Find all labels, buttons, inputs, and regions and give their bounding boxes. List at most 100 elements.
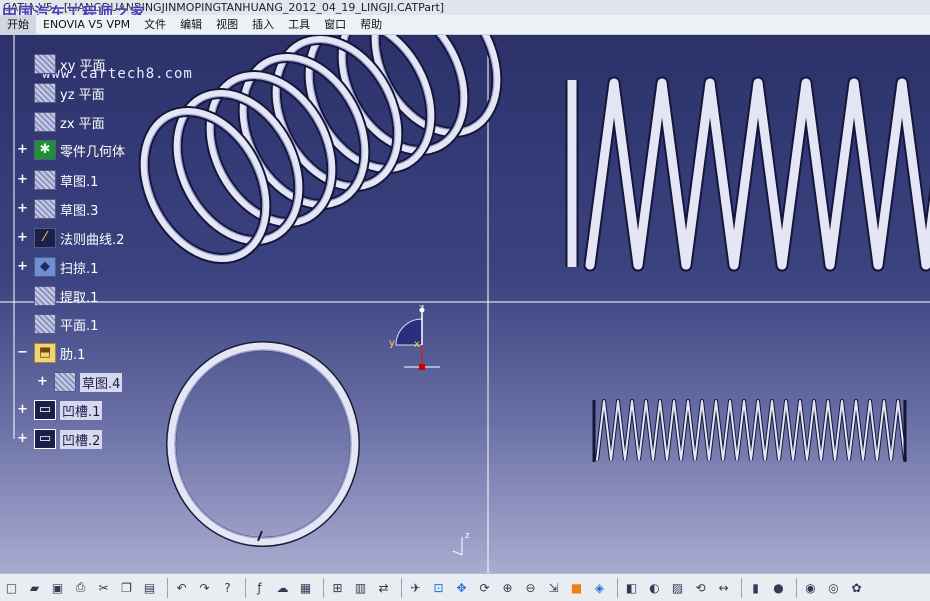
sweep-icon: ◆ <box>34 257 56 277</box>
tree-item[interactable]: 平面.1 <box>34 313 98 335</box>
toolbar-separator <box>796 577 797 598</box>
pan-icon[interactable]: ✥ <box>452 578 471 597</box>
law-curve-icon: ⁄ <box>34 228 56 248</box>
pocket-icon: ▭ <box>34 429 56 449</box>
catalog-icon[interactable]: ▥ <box>351 578 370 597</box>
compass-y-label: y <box>389 338 395 349</box>
undo-icon[interactable]: ↶ <box>172 578 191 597</box>
swap-space-icon[interactable]: ▨ <box>668 578 687 597</box>
copy-icon[interactable]: ❐ <box>117 578 136 597</box>
bottom-toolbar: □ ▰ ▣ ⎙ ✂ ❐ ▤ ↶ ↷? ƒ ☁ ▦ ⊞ ▥ ⇄ ✈ ⊡ ✥ ⟳ ⊕ ⊖ ⇲ ■ ◈ ◧ ◐ ▨ ⟲ ↔ ▮ ● ◉ ◎ ✿ <box>0 573 930 601</box>
tree-item[interactable]: + ▭ 凹槽.1 <box>17 399 103 421</box>
tree-expander-icon[interactable]: + <box>17 432 28 445</box>
tree-item[interactable]: − ⬒ 肋.1 <box>17 342 86 364</box>
tree-item-label: xy 平面 <box>60 58 106 74</box>
tree-expander-icon[interactable] <box>17 58 28 69</box>
toolbar-separator <box>167 577 168 598</box>
compass-widget[interactable]: z y x <box>389 303 440 370</box>
tree-item-label: 肋.1 <box>60 347 86 363</box>
measure-icon[interactable]: ↔ <box>714 578 733 597</box>
menu-tools[interactable]: 工具 <box>281 15 317 34</box>
save-icon[interactable]: ▣ <box>48 578 67 597</box>
tree-item-label: 扫掠.1 <box>60 261 99 277</box>
tree-icon[interactable]: ⊞ <box>328 578 347 597</box>
tree-item[interactable]: + 草图.1 <box>17 169 98 191</box>
tree-item[interactable]: + 草图.4 <box>37 371 123 393</box>
tree-expander-icon[interactable]: − <box>17 346 28 359</box>
menu-start[interactable]: 开始 <box>0 15 36 34</box>
spring-side-view[interactable] <box>565 76 930 272</box>
tree-expander-icon[interactable]: + <box>17 202 28 215</box>
plane-icon <box>34 54 56 74</box>
global-icon[interactable]: ◎ <box>824 578 843 597</box>
tree-expander-icon[interactable] <box>17 318 28 329</box>
capture-icon[interactable]: ◉ <box>801 578 820 597</box>
tree-expander-icon[interactable]: + <box>17 403 28 416</box>
open-icon[interactable]: ▰ <box>25 578 44 597</box>
analyze-icon[interactable]: ▮ <box>746 578 765 597</box>
tree-item[interactable]: + ▭ 凹槽.2 <box>17 428 103 450</box>
menu-view[interactable]: 视图 <box>209 15 245 34</box>
spring-top-view[interactable] <box>166 341 360 547</box>
tree-item[interactable]: zx 平面 <box>34 111 105 133</box>
menu-enovia[interactable]: ENOVIA V5 VPM <box>36 15 137 34</box>
new-icon[interactable]: □ <box>2 578 21 597</box>
menu-edit[interactable]: 编辑 <box>173 15 209 34</box>
tree-expander-icon[interactable] <box>17 116 28 127</box>
tree-item[interactable]: + ✱ 零件几何体 <box>17 139 125 161</box>
tree-expander-icon[interactable]: + <box>37 375 48 388</box>
tree-item-label: 平面.1 <box>60 318 99 334</box>
plane-align-icon[interactable]: ⇄ <box>374 578 393 597</box>
tree-expander-icon[interactable] <box>17 290 28 301</box>
menu-bar: 开始 ENOVIA V5 VPM 文件 编辑 视图 插入 工具 窗口 帮助 <box>0 15 930 35</box>
toolbar-separator <box>245 577 246 598</box>
tree-item[interactable]: + ⁄ 法则曲线.2 <box>17 227 125 249</box>
triad-z-label: z <box>465 531 470 541</box>
tree-item-label: 法则曲线.2 <box>60 232 125 248</box>
tree-expander-icon[interactable]: + <box>17 143 28 156</box>
menu-help[interactable]: 帮助 <box>353 15 389 34</box>
zoom-in-icon[interactable]: ⊕ <box>498 578 517 597</box>
geometry-viewport[interactable]: z y x z www.cartech8.com xy 平面 yz 平面 zx 平面… <box>0 35 930 573</box>
tree-expander-icon[interactable]: + <box>17 231 28 244</box>
tree-expander-icon[interactable] <box>17 87 28 98</box>
specification-tree: xy 平面 yz 平面 zx 平面 + ✱ 零件几何体 + 草图.1 + 草图.3 + ⁄ 法则曲线.2… <box>0 35 190 455</box>
help-icon[interactable]: ✿ <box>847 578 866 597</box>
table-icon[interactable]: ▦ <box>296 578 315 597</box>
menu-file[interactable]: 文件 <box>137 15 173 34</box>
knowledge-icon[interactable]: ☁ <box>273 578 292 597</box>
sketch-icon <box>34 170 56 190</box>
isometric-icon[interactable]: ◈ <box>590 578 609 597</box>
tree-item-label: 提取.1 <box>60 290 99 306</box>
zoom-out-icon[interactable]: ⊖ <box>521 578 540 597</box>
menu-window[interactable]: 窗口 <box>317 15 353 34</box>
tree-item[interactable]: + ◆ 扫掠.1 <box>17 256 99 278</box>
toolbar-separator <box>401 577 402 598</box>
redo-icon[interactable]: ↷ <box>195 578 214 597</box>
tree-item[interactable]: + 草图.3 <box>17 198 98 220</box>
tree-expander-icon[interactable]: + <box>17 260 28 273</box>
spring-front-view[interactable] <box>592 399 907 462</box>
whats-this-icon[interactable]: ? <box>218 578 237 597</box>
tree-item[interactable]: yz 平面 <box>34 82 105 104</box>
shading-icon[interactable]: ◧ <box>622 578 641 597</box>
plane-icon <box>34 112 56 132</box>
paste-icon[interactable]: ▤ <box>140 578 159 597</box>
cut-icon[interactable]: ✂ <box>94 578 113 597</box>
fly-mode-icon[interactable]: ✈ <box>406 578 425 597</box>
tree-item[interactable]: xy 平面 <box>34 53 106 75</box>
toolbar-separator <box>323 577 324 598</box>
print-icon[interactable]: ⎙ <box>71 578 90 597</box>
axis-triad: z <box>452 531 470 556</box>
update-icon[interactable]: ⟲ <box>691 578 710 597</box>
rotate-icon[interactable]: ⟳ <box>475 578 494 597</box>
fit-all-icon[interactable]: ⊡ <box>429 578 448 597</box>
tree-item[interactable]: 提取.1 <box>34 285 98 307</box>
normal-view-icon[interactable]: ⇲ <box>544 578 563 597</box>
tree-expander-icon[interactable]: + <box>17 173 28 186</box>
material-icon[interactable]: ● <box>769 578 788 597</box>
render-style-icon[interactable]: ■ <box>567 578 586 597</box>
menu-insert[interactable]: 插入 <box>245 15 281 34</box>
formula-icon[interactable]: ƒ <box>250 578 269 597</box>
hide-show-icon[interactable]: ◐ <box>645 578 664 597</box>
